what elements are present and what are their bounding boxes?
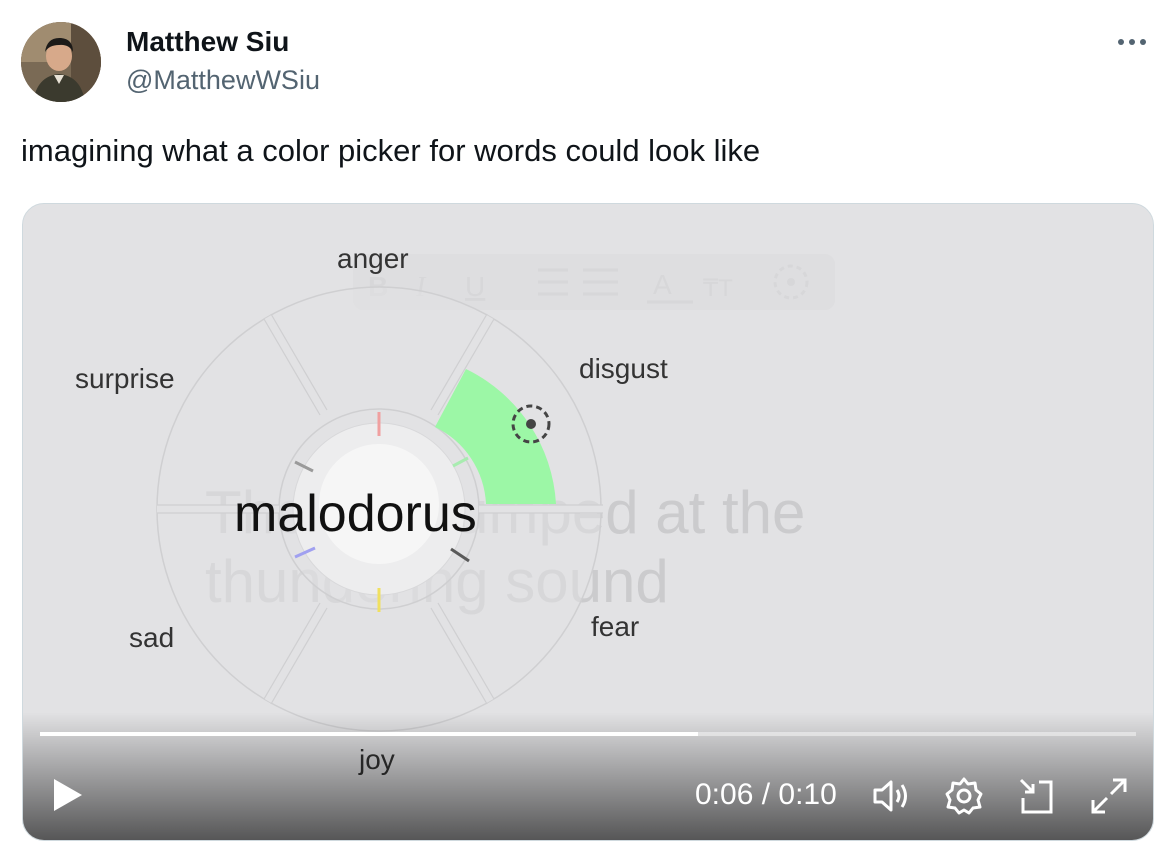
video-player[interactable]: B I U A ₸T The dog jumped at the thunder… (22, 203, 1154, 841)
settings-icon[interactable] (944, 776, 984, 821)
text-size-icon: ₸T (703, 275, 733, 302)
volume-icon[interactable] (871, 776, 911, 821)
more-options-icon[interactable] (1116, 24, 1148, 52)
progress-bar[interactable] (40, 732, 1136, 736)
picture-in-picture-icon[interactable] (1017, 776, 1057, 821)
label-joy: joy (358, 744, 395, 775)
underline-icon: U (465, 271, 485, 302)
label-fear: fear (591, 611, 639, 642)
label-disgust: disgust (579, 353, 668, 384)
text-color-icon: A (653, 269, 672, 300)
center-word: malodorus (234, 485, 477, 543)
tweet-text: imagining what a color picker for words … (21, 133, 761, 168)
avatar-image (21, 22, 101, 102)
fullscreen-icon[interactable] (1089, 776, 1129, 821)
author-name[interactable]: Matthew Siu (126, 26, 289, 58)
label-anger: anger (337, 243, 409, 274)
time-display: 0:06 / 0:10 (695, 778, 837, 811)
label-surprise: surprise (75, 363, 175, 394)
play-icon[interactable] (51, 776, 85, 819)
label-sad: sad (129, 622, 174, 653)
avatar[interactable] (21, 22, 101, 102)
color-wheel-scene: B I U A ₸T The dog jumped at the thunder… (75, 243, 835, 775)
author-handle[interactable]: @MatthewWSiu (126, 65, 320, 96)
progress-bar-fill (40, 732, 698, 736)
